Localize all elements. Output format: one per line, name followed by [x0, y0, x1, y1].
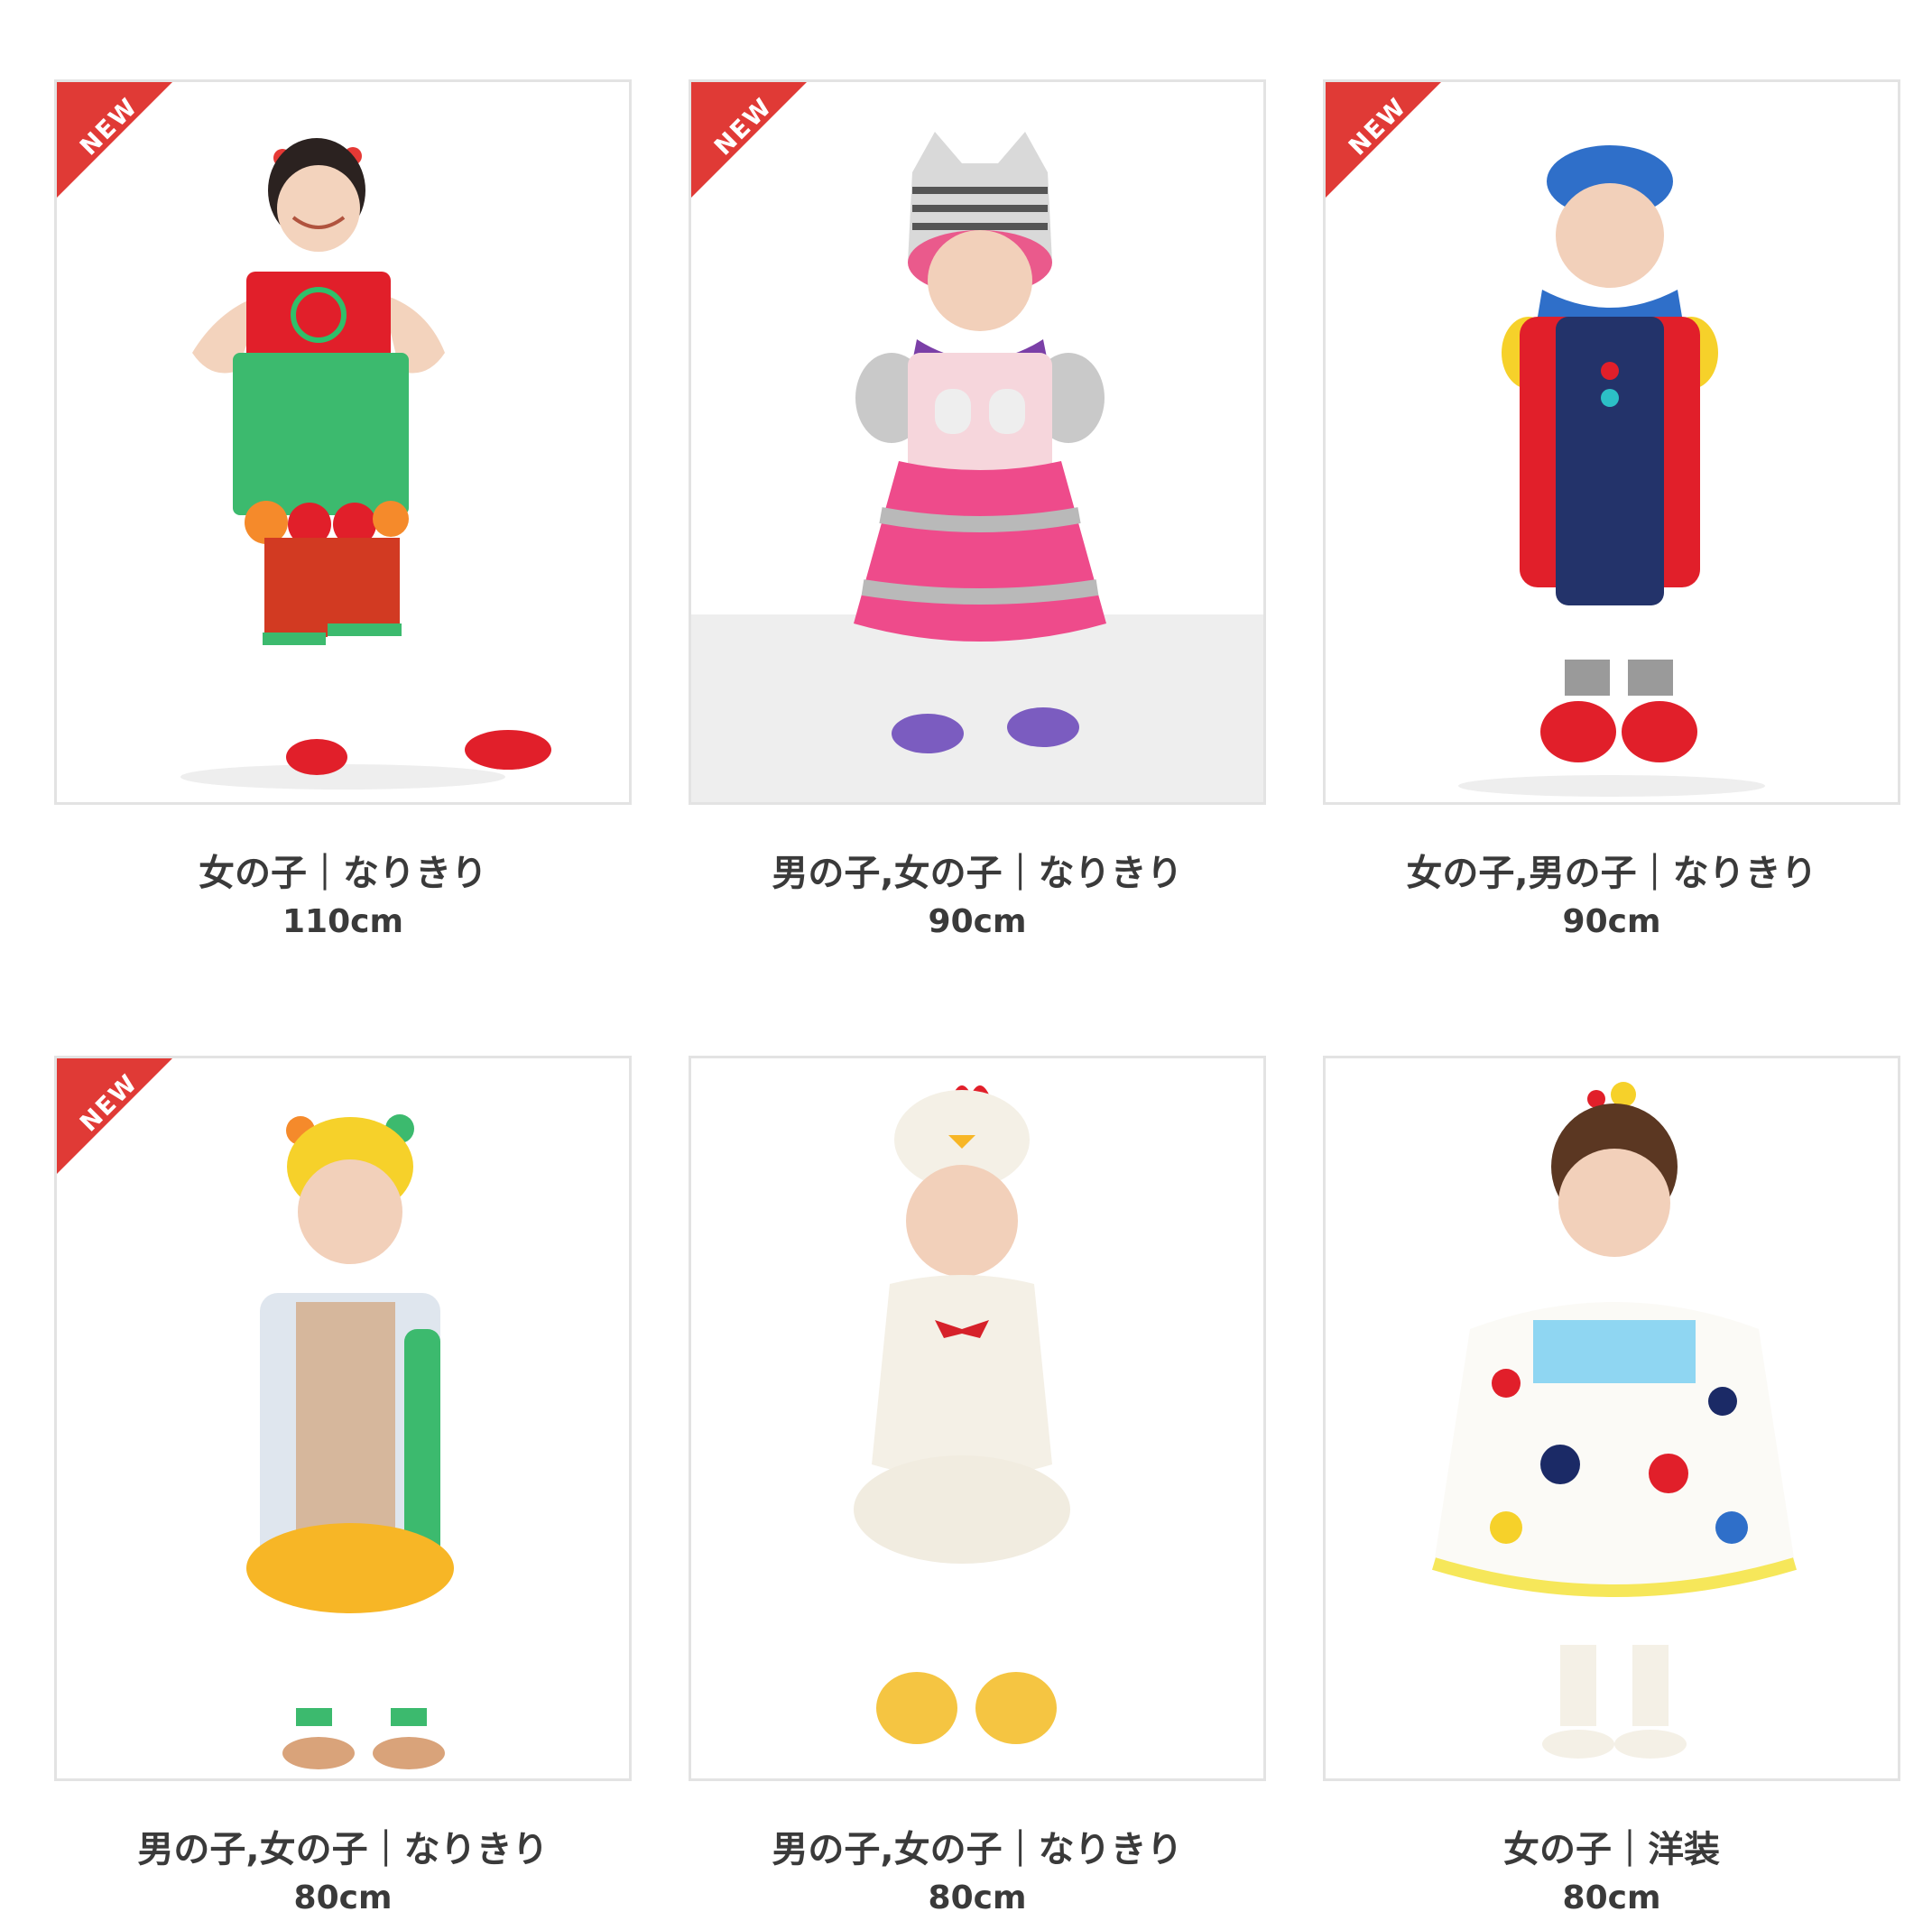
child-costume-image: [1431, 1082, 1798, 1759]
product-card[interactable]: NEW 男の子,女の子｜なりきり 90cm: [689, 79, 1266, 944]
product-category: 男の子,女の子｜なりきり: [137, 1829, 549, 1870]
product-photo[interactable]: [689, 1056, 1266, 1781]
product-card[interactable]: 男の子,女の子｜なりきり 80cm: [689, 1056, 1266, 1920]
product-card[interactable]: 女の子｜洋装 80cm: [1323, 1056, 1900, 1920]
product-size: 80cm: [1562, 1879, 1661, 1916]
product-photo[interactable]: NEW: [1323, 79, 1900, 805]
product-size: 80cm: [293, 1879, 393, 1916]
product-size: 110cm: [282, 903, 403, 940]
product-grid: NEW 女の子｜なりきり 110cm NEW 男の子,女の子｜なりきり 90cm…: [54, 79, 1900, 1920]
new-badge: NEW: [57, 1058, 180, 1181]
product-caption: 女の子,男の子｜なりきり 90cm: [1323, 850, 1900, 944]
product-photo[interactable]: NEW: [54, 79, 632, 805]
product-size: 80cm: [928, 1879, 1027, 1916]
product-caption: 男の子,女の子｜なりきり 80cm: [689, 1826, 1266, 1920]
product-card[interactable]: NEW 男の子,女の子｜なりきり 80cm: [54, 1056, 632, 1920]
product-category: 男の子,女の子｜なりきり: [772, 853, 1183, 894]
product-category: 女の子｜洋装: [1503, 1829, 1720, 1870]
new-badge: NEW: [1326, 82, 1448, 205]
product-photo[interactable]: NEW: [689, 79, 1266, 805]
product-card[interactable]: NEW 女の子,男の子｜なりきり 90cm: [1323, 79, 1900, 944]
product-photo[interactable]: NEW: [54, 1056, 632, 1781]
product-size: 90cm: [928, 903, 1027, 940]
product-caption: 男の子,女の子｜なりきり 80cm: [54, 1826, 632, 1920]
product-caption: 男の子,女の子｜なりきり 90cm: [689, 850, 1266, 944]
product-category: 女の子,男の子｜なりきり: [1406, 853, 1817, 894]
product-caption: 女の子｜なりきり 110cm: [54, 850, 632, 944]
child-costume-image: [854, 1085, 1070, 1744]
product-photo[interactable]: [1323, 1056, 1900, 1781]
new-badge: NEW: [691, 82, 814, 205]
product-category: 女の子｜なりきり: [199, 853, 487, 894]
product-caption: 女の子｜洋装 80cm: [1323, 1826, 1900, 1920]
product-size: 90cm: [1562, 903, 1661, 940]
product-card[interactable]: NEW 女の子｜なりきり 110cm: [54, 79, 632, 944]
product-category: 男の子,女の子｜なりきり: [772, 1829, 1183, 1870]
new-badge: NEW: [57, 82, 180, 205]
